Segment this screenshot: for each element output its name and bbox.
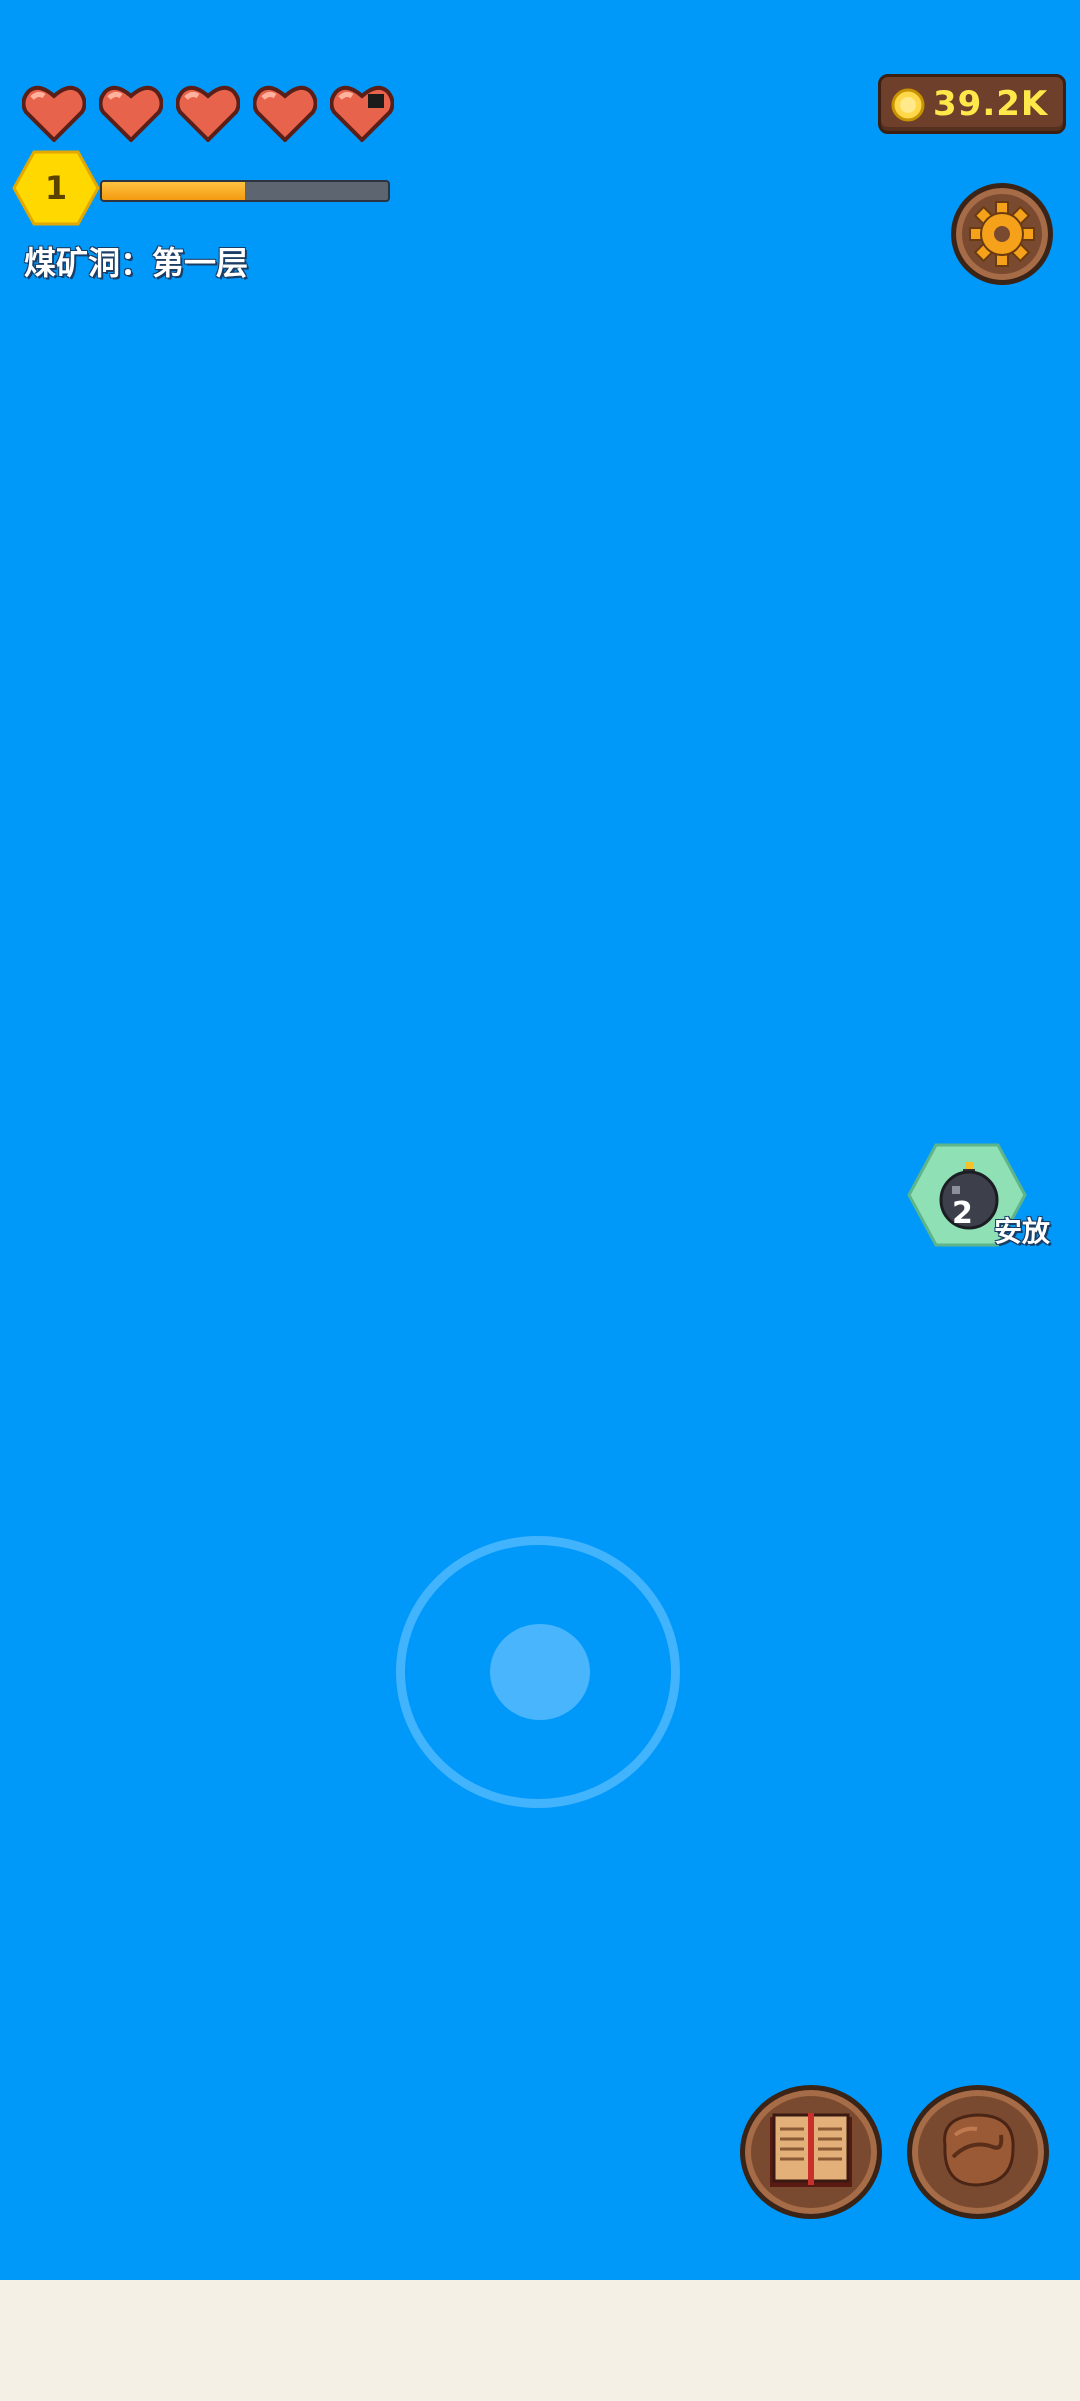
joystick-knob[interactable] xyxy=(490,1624,590,1720)
heart-full-icon xyxy=(22,85,86,142)
heart-damaged-icon xyxy=(330,85,394,142)
heart-full-icon xyxy=(176,85,240,142)
bomb-count: 2 xyxy=(952,1196,973,1231)
book-icon xyxy=(770,2113,852,2187)
book-button[interactable] xyxy=(740,2085,882,2219)
bomb-action-label[interactable]: 安放 xyxy=(994,1210,1050,1250)
xp-progress-bar xyxy=(100,180,390,202)
heart-full-icon xyxy=(99,85,163,142)
level-number: 1 xyxy=(44,169,68,207)
bottom-bar xyxy=(0,2280,1080,2401)
coin-amount: 39.2K xyxy=(933,84,1049,124)
settings-button[interactable] xyxy=(951,183,1053,285)
location-label: 煤矿洞：第一层 xyxy=(24,244,249,282)
level-badge: 1 xyxy=(12,150,100,226)
heart-full-icon xyxy=(253,85,317,142)
coin-counter: 39.2K xyxy=(878,74,1066,134)
game-area[interactable] xyxy=(0,0,1080,2280)
gear-icon xyxy=(969,201,1035,267)
health-hearts xyxy=(22,84,394,142)
bag-icon xyxy=(943,2113,1015,2187)
coin-icon xyxy=(891,88,925,122)
xp-progress-fill xyxy=(102,182,245,200)
bag-button[interactable] xyxy=(907,2085,1049,2219)
